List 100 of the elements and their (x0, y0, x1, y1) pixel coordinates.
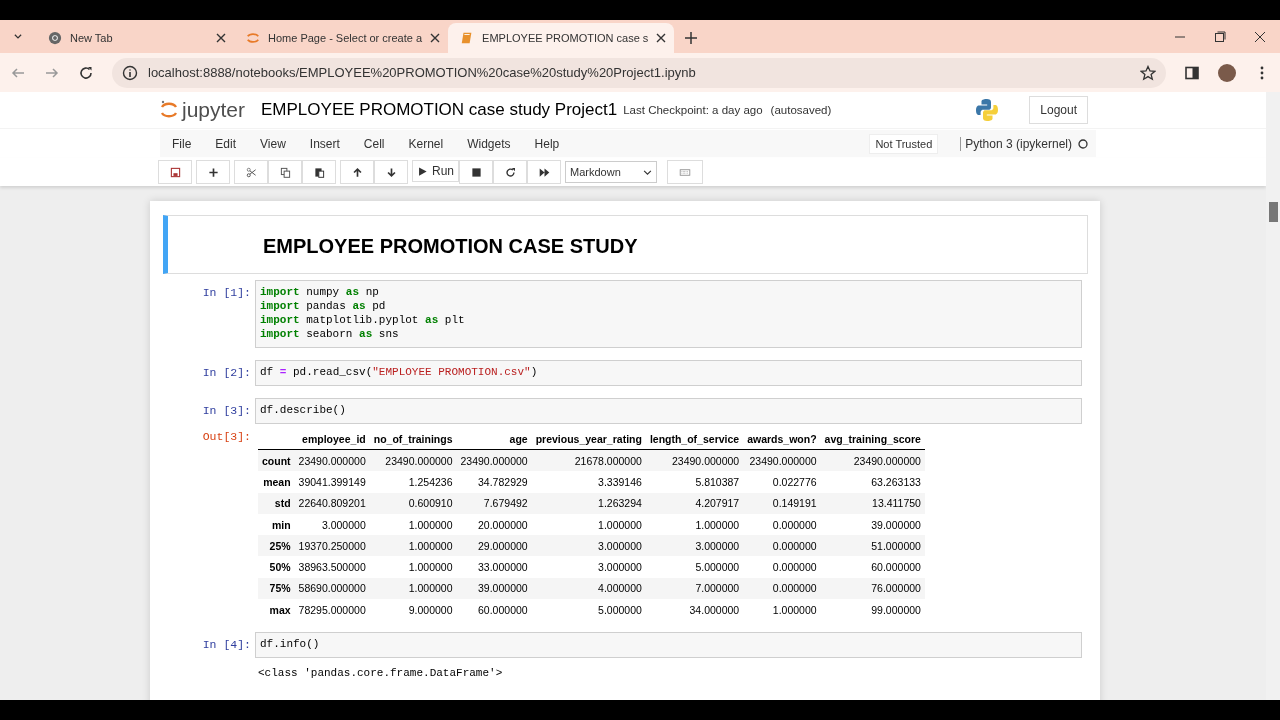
reload-icon[interactable] (78, 64, 94, 81)
table-cell: 3.000000 (294, 513, 370, 536)
menu-item[interactable]: Widgets (455, 136, 523, 151)
logout-button[interactable]: Logout (1029, 96, 1088, 124)
table-cell: 38963.500000 (294, 556, 370, 578)
table-cell: 39041.399149 (294, 471, 370, 493)
save-button[interactable] (158, 160, 192, 184)
browser-tab[interactable]: New Tab (36, 23, 234, 53)
menu-item[interactable]: Help (522, 136, 572, 151)
close-icon[interactable] (656, 33, 667, 43)
info-icon (122, 64, 138, 81)
autosave-status: (autosaved) (770, 104, 832, 116)
row-label: max (258, 599, 295, 621)
column-header: previous_year_rating (531, 429, 646, 450)
menu-item[interactable]: Insert (297, 136, 352, 151)
table-cell: 7.679492 (456, 492, 532, 514)
menu-item[interactable]: View (248, 136, 298, 151)
table-cell: 3.000000 (531, 556, 646, 578)
profile-avatar[interactable] (1218, 63, 1236, 82)
trust-indicator[interactable]: Not Trusted (869, 133, 939, 154)
table-cell: 0.000000 (743, 513, 821, 536)
column-header: employee_id (294, 429, 370, 450)
column-header: no_of_trainings (369, 429, 457, 450)
jupyter-logo-icon (246, 31, 260, 45)
code-line: df.info() (260, 637, 321, 652)
browser-logo-icon (48, 31, 62, 45)
table-cell: 0.000000 (743, 535, 821, 557)
table-cell: 1.000000 (531, 513, 646, 536)
code-input[interactable]: df.info() (255, 632, 1082, 659)
table-cell: 33.000000 (456, 556, 532, 578)
table-cell: 1.000000 (369, 535, 457, 557)
scissors-icon (245, 166, 257, 178)
column-header: length_of_service (645, 429, 744, 450)
cell-type-dropdown[interactable]: Markdown (565, 161, 657, 183)
notebook-name[interactable]: EMPLOYEE PROMOTION case study Project1 (261, 100, 618, 120)
kernel-idle-icon (1078, 138, 1088, 149)
address-bar[interactable]: localhost:8888/notebooks/EMPLOYEE%20PROMOTION%20case%20study%20Project1.ipynb (112, 57, 1166, 88)
table-cell: 34.000000 (645, 599, 744, 621)
menu-item[interactable]: Kernel (396, 136, 456, 151)
code-input[interactable]: import numpy as np import pandas as pd import matplotlib.pyplot as plt import seaborn as sns (255, 280, 1082, 348)
stop-button[interactable] (459, 160, 493, 184)
run-button[interactable]: Run (412, 160, 459, 182)
menu-item[interactable]: Edit (203, 136, 249, 151)
table-cell: 1.000000 (645, 513, 744, 536)
table-cell: 1.000000 (743, 599, 821, 621)
move-up-button[interactable] (340, 160, 374, 184)
move-down-button[interactable] (374, 160, 408, 184)
paste-button[interactable] (302, 160, 336, 184)
table-cell: 3.000000 (531, 535, 646, 557)
table-cell: 19370.250000 (294, 535, 370, 557)
code-line: df.describe() (260, 403, 347, 417)
table-cell: 1.000000 (369, 556, 457, 578)
code-line: import pandas as pd (260, 299, 387, 313)
code-line: import matplotlib.pyplot as plt (260, 313, 466, 327)
row-label: 50% (258, 556, 295, 578)
table-cell: 13.411750 (820, 492, 925, 514)
table-cell: 0.022776 (743, 471, 821, 493)
table-cell: 23490.000000 (456, 449, 532, 472)
column-header: awards_won? (743, 429, 821, 450)
restore-icon[interactable] (1214, 31, 1226, 43)
restart-icon (504, 166, 516, 178)
menu-item[interactable]: Cell (351, 136, 397, 151)
code-input[interactable]: df.describe() (255, 398, 1082, 424)
table-cell: 23490.000000 (369, 449, 457, 472)
table-cell: 5.000000 (531, 599, 646, 621)
table-cell: 3.000000 (645, 535, 744, 557)
restart-button[interactable] (493, 160, 527, 184)
table-cell: 0.600910 (369, 492, 457, 514)
menu-item[interactable]: File (160, 136, 204, 151)
table-cell: 5.810387 (645, 471, 744, 493)
table-cell: 78295.000000 (294, 599, 370, 621)
row-label: 25% (258, 535, 295, 557)
cut-button[interactable] (234, 160, 268, 184)
table-cell: 5.000000 (645, 556, 744, 578)
output-text: <class 'pandas.core.frame.DataFrame'> (258, 666, 503, 680)
row-label: min (258, 513, 295, 536)
side-panel-icon[interactable] (1184, 64, 1200, 81)
code-line: df = pd.read_csv("EMPLOYEE PROMOTION.csv") (260, 365, 539, 379)
jupyter-wordmark: jupyter (182, 98, 246, 122)
close-icon[interactable] (430, 33, 441, 43)
row-label: std (258, 492, 295, 514)
run-all-button[interactable] (527, 160, 561, 184)
table-cell: 1.263294 (531, 492, 646, 514)
star-icon[interactable] (1140, 64, 1156, 81)
paste-icon (313, 166, 325, 178)
input-prompt: In [3]: (201, 403, 252, 419)
arrow-down-icon (385, 166, 397, 178)
row-label: count (258, 449, 295, 472)
browser-tab[interactable]: Home Page - Select or create a (234, 23, 449, 53)
table-cell: 23490.000000 (294, 449, 370, 472)
input-prompt: In [2]: (201, 365, 252, 381)
new-tab-icon[interactable] (684, 31, 699, 45)
add-cell-button[interactable] (196, 160, 230, 184)
table-cell: 4.207917 (645, 492, 744, 514)
close-icon[interactable] (216, 33, 226, 43)
browser-tab[interactable]: EMPLOYEE PROMOTION case s (448, 23, 675, 53)
close-icon[interactable] (1254, 31, 1266, 43)
copy-button[interactable] (268, 160, 302, 184)
table-cell: 9.000000 (369, 599, 457, 621)
code-input[interactable]: df = pd.read_csv("EMPLOYEE PROMOTION.csv") (255, 360, 1082, 386)
